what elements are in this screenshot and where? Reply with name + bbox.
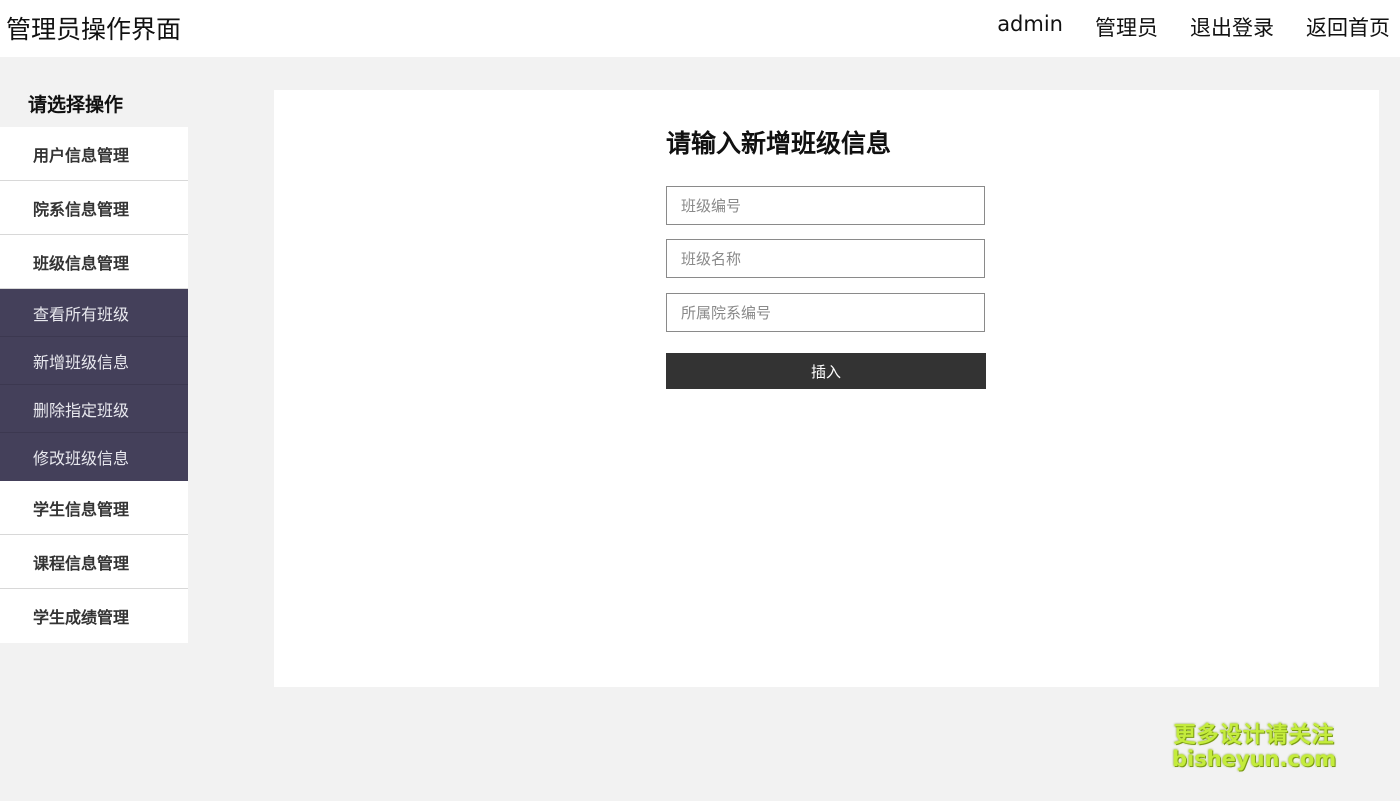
sidebar: 用户信息管理 院系信息管理 班级信息管理 查看所有班级 新增班级信息 删除指定班…: [0, 127, 188, 643]
nav-logout-link[interactable]: 退出登录: [1190, 12, 1274, 42]
page-title: 管理员操作界面: [6, 15, 182, 44]
nav-home-link[interactable]: 返回首页: [1306, 12, 1390, 42]
sidebar-item-department-management[interactable]: 院系信息管理: [0, 181, 188, 235]
submenu-item-view-classes[interactable]: 查看所有班级: [0, 289, 188, 337]
nav-role-link[interactable]: 管理员: [1095, 12, 1158, 42]
submenu-item-add-class[interactable]: 新增班级信息: [0, 337, 188, 385]
top-nav: admin 管理员 退出登录 返回首页: [997, 12, 1390, 42]
watermark-logo: 更多设计请关注 bisheyun.com: [1172, 723, 1337, 772]
sidebar-item-student-management[interactable]: 学生信息管理: [0, 481, 188, 535]
form-title: 请输入新增班级信息: [666, 129, 892, 158]
sidebar-item-grade-management[interactable]: 学生成绩管理: [0, 589, 188, 643]
sidebar-item-user-management[interactable]: 用户信息管理: [0, 127, 188, 181]
department-id-input[interactable]: [666, 293, 985, 332]
class-name-input[interactable]: [666, 239, 985, 278]
submenu-item-edit-class[interactable]: 修改班级信息: [0, 433, 188, 481]
class-submenu: 查看所有班级 新增班级信息 删除指定班级 修改班级信息: [0, 289, 188, 481]
insert-button[interactable]: 插入: [666, 353, 986, 389]
class-id-input[interactable]: [666, 186, 985, 225]
sidebar-title: 请选择操作: [28, 94, 124, 116]
nav-username-link[interactable]: admin: [997, 12, 1063, 42]
top-bar: 管理员操作界面 admin 管理员 退出登录 返回首页: [0, 0, 1400, 57]
submenu-item-delete-class[interactable]: 删除指定班级: [0, 385, 188, 433]
sidebar-item-class-management[interactable]: 班级信息管理: [0, 235, 188, 289]
watermark-line1: 更多设计请关注: [1173, 723, 1335, 748]
main-panel: 请输入新增班级信息 插入: [274, 90, 1379, 687]
watermark-line2: bisheyun.com: [1172, 747, 1337, 772]
sidebar-item-course-management[interactable]: 课程信息管理: [0, 535, 188, 589]
